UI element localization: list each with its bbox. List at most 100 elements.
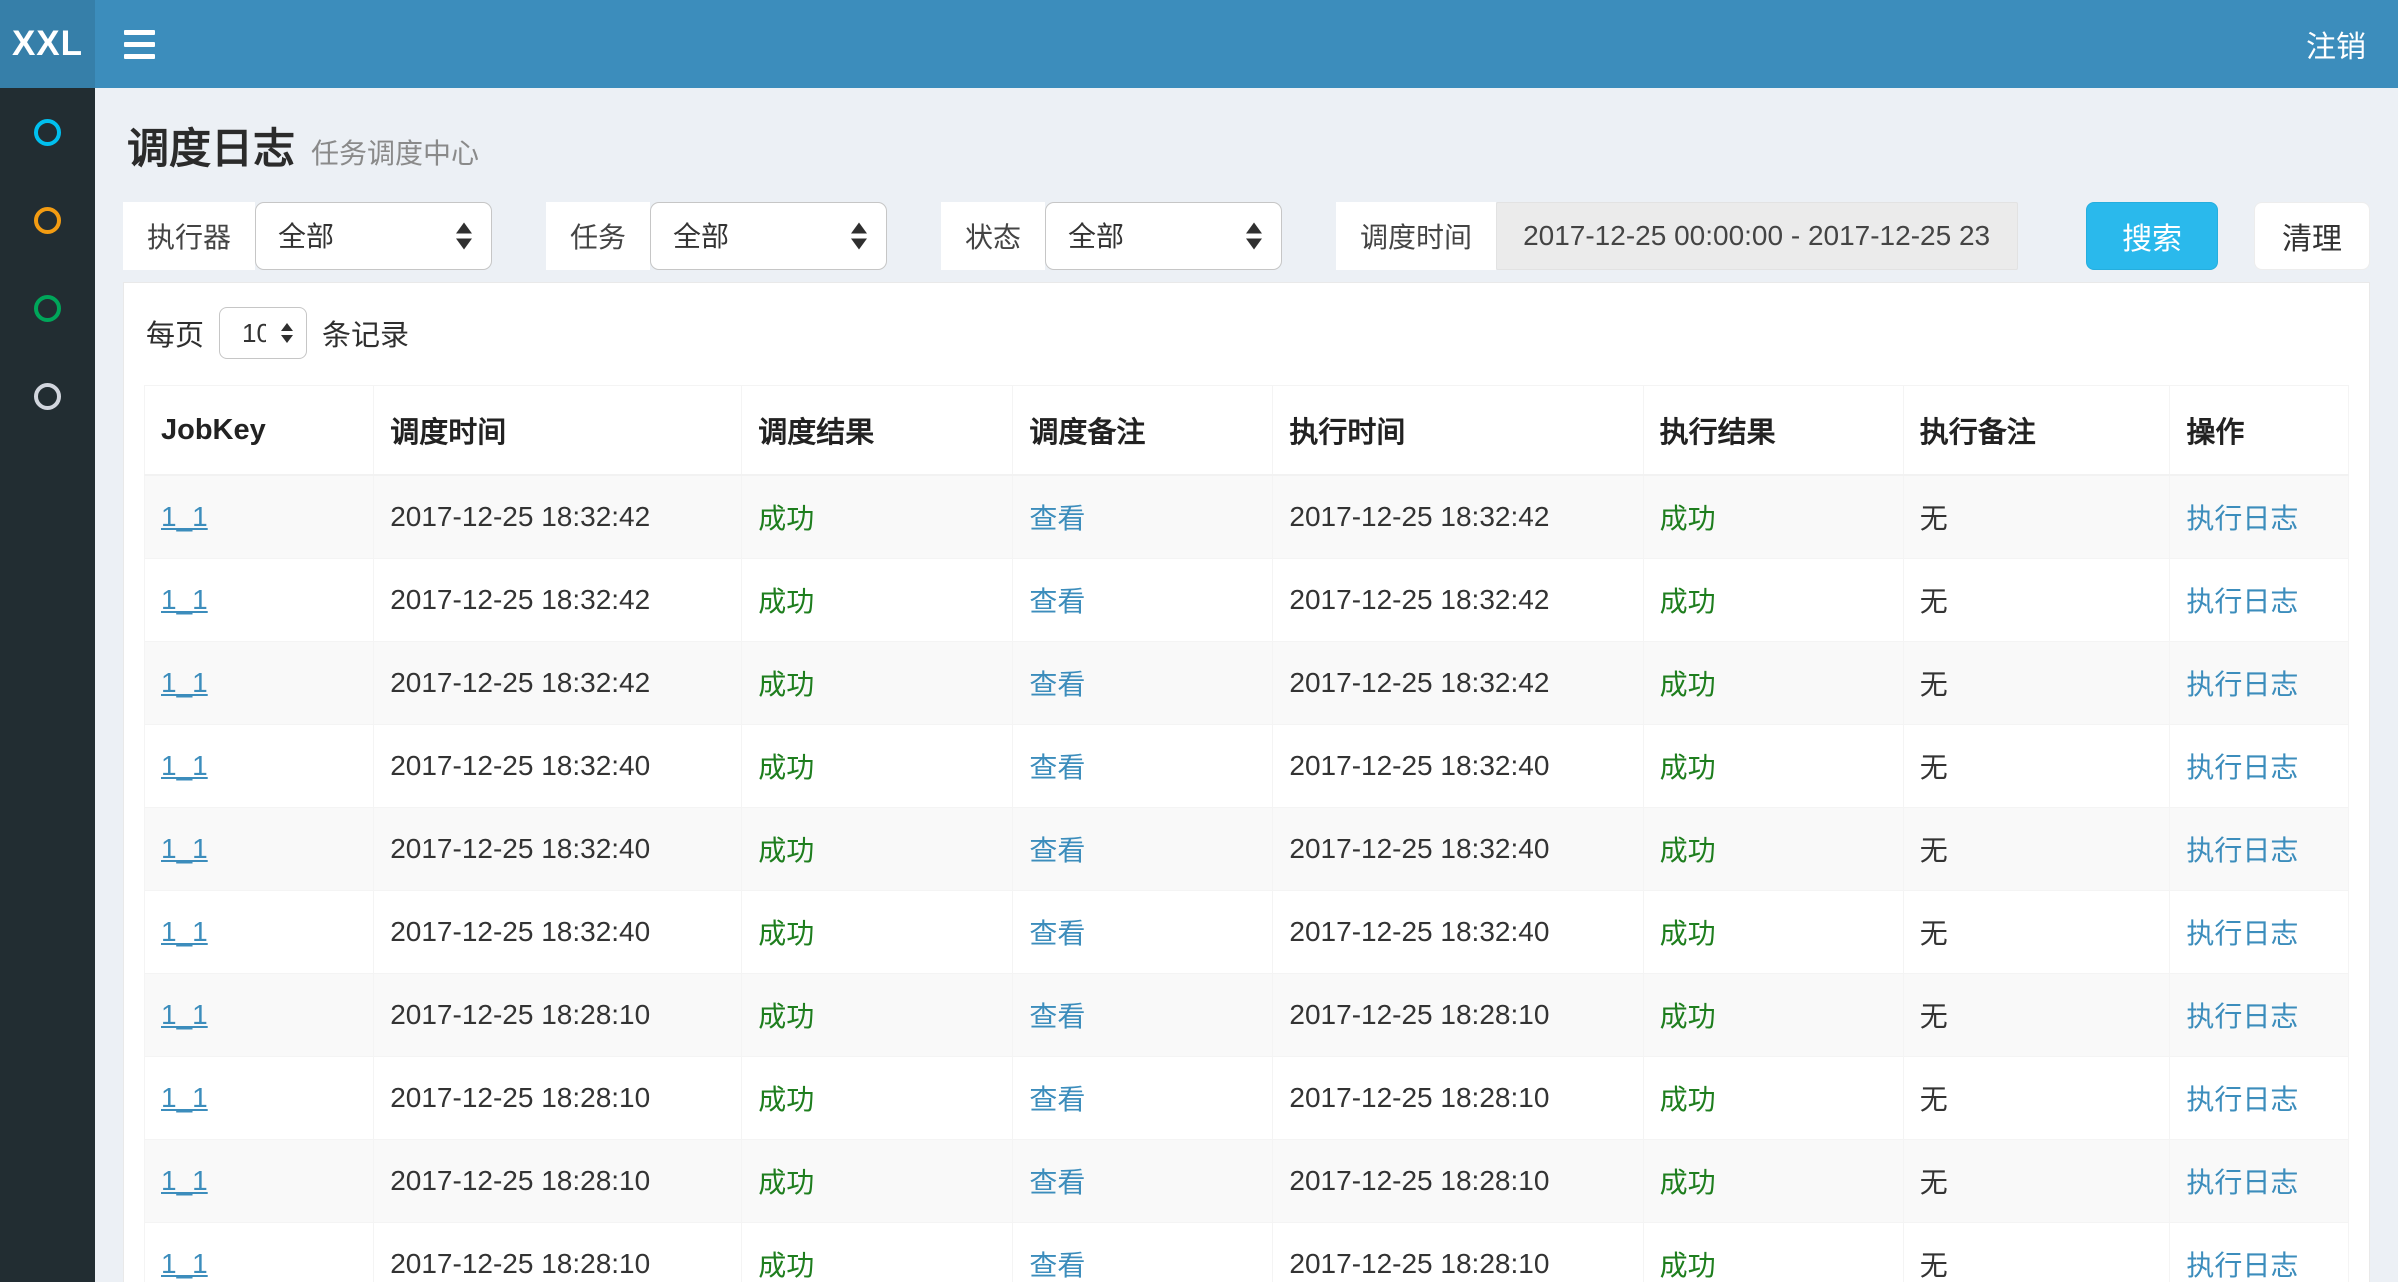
sidebar-item-4[interactable]	[0, 352, 95, 440]
job-key-link[interactable]: 1_1	[161, 1082, 208, 1113]
trigger-result-text: 成功	[758, 1250, 814, 1281]
handle-msg-text: 无	[1920, 586, 1948, 617]
job-key-link[interactable]: 1_1	[161, 750, 208, 781]
logout-link[interactable]: 注销	[2274, 0, 2398, 88]
top-navbar: XXL 注销	[0, 0, 2398, 88]
trigger-result-text: 成功	[758, 1084, 814, 1115]
execution-log-link[interactable]: 执行日志	[2186, 586, 2298, 617]
handle-time-text: 2017-12-25 18:32:40	[1289, 916, 1549, 947]
table-header-row: JobKey调度时间调度结果调度备注执行时间执行结果执行备注操作	[145, 386, 2349, 476]
handle-time-text: 2017-12-25 18:28:10	[1289, 1165, 1549, 1196]
handle-msg-text: 无	[1920, 1167, 1948, 1198]
trigger-msg-link[interactable]: 查看	[1029, 1250, 1085, 1281]
trigger-msg-link[interactable]: 查看	[1029, 1084, 1085, 1115]
handle-msg-text: 无	[1920, 669, 1948, 700]
handle-result-text: 成功	[1660, 586, 1716, 617]
trigger-time-range-input[interactable]	[1496, 202, 2018, 270]
content-area: 调度日志 任务调度中心 执行器 全部 任务 全部 状态	[95, 88, 2398, 1282]
trigger-time-text: 2017-12-25 18:32:42	[390, 667, 650, 698]
status-filter-select[interactable]: 全部	[1045, 202, 1282, 270]
handle-result-text: 成功	[1660, 503, 1716, 534]
trigger-msg-link[interactable]: 查看	[1029, 918, 1085, 949]
trigger-msg-link[interactable]: 查看	[1029, 586, 1085, 617]
job-key-link[interactable]: 1_1	[161, 501, 208, 532]
sidebar-item-3[interactable]	[0, 264, 95, 352]
circle-o-icon	[34, 119, 61, 146]
execution-log-link[interactable]: 执行日志	[2186, 752, 2298, 783]
execution-log-link[interactable]: 执行日志	[2186, 1167, 2298, 1198]
table-row: 1_1 2017-12-25 18:32:40 成功 查看 2017-12-25 18:…	[145, 891, 2349, 974]
trigger-msg-link[interactable]: 查看	[1029, 752, 1085, 783]
job-filter-label: 任务	[546, 202, 650, 270]
trigger-time-text: 2017-12-25 18:28:10	[390, 1165, 650, 1196]
status-filter-group: 状态 全部	[941, 202, 1282, 270]
execution-log-link[interactable]: 执行日志	[2186, 503, 2298, 534]
handle-time-text: 2017-12-25 18:28:10	[1289, 1082, 1549, 1113]
handle-result-text: 成功	[1660, 1250, 1716, 1281]
page-size-control: 每页 10 条记录	[146, 307, 2349, 359]
trigger-result-text: 成功	[758, 918, 814, 949]
handle-msg-text: 无	[1920, 1084, 1948, 1115]
column-header: 执行时间	[1273, 386, 1643, 476]
table-row: 1_12017-12-25 18:32:42成功查看2017-12-25 18:…	[145, 642, 2349, 725]
table-row: 1_12017-12-25 18:32:40成功查看2017-12-25 18:…	[145, 725, 2349, 808]
trigger-time-text: 2017-12-25 18:32:42	[390, 584, 650, 615]
trigger-result-text: 成功	[758, 586, 814, 617]
trigger-msg-link[interactable]: 查看	[1029, 669, 1085, 700]
table-row: 1_12017-12-25 18:32:42成功查看2017-12-25 18:…	[145, 475, 2349, 559]
handle-time-text: 2017-12-25 18:28:10	[1289, 999, 1549, 1030]
table-row: 1_12017-12-25 18:28:10成功查看2017-12-25 18:…	[145, 1057, 2349, 1140]
sidebar	[0, 88, 95, 1282]
job-key-link[interactable]: 1_1	[161, 916, 208, 947]
trigger-time-text: 2017-12-25 18:32:40	[390, 833, 650, 864]
filter-bar: 执行器 全部 任务 全部 状态 全部	[123, 202, 2370, 270]
sidebar-item-2[interactable]	[0, 176, 95, 264]
trigger-result-text: 成功	[758, 835, 814, 866]
trigger-msg-link[interactable]: 查看	[1029, 1167, 1085, 1198]
sidebar-toggle-button[interactable]	[95, 0, 183, 88]
page-size-select[interactable]: 10	[219, 307, 307, 359]
handle-msg-text: 无	[1920, 835, 1948, 866]
execution-log-link[interactable]: 执行日志	[2186, 1084, 2298, 1115]
table-row: 1_12017-12-25 18:32:42成功查看2017-12-25 18:…	[145, 559, 2349, 642]
executor-filter-select[interactable]: 全部	[255, 202, 492, 270]
job-key-link[interactable]: 1_1	[161, 584, 208, 615]
handle-result-text: 成功	[1660, 1001, 1716, 1032]
content-header: 调度日志 任务调度中心	[123, 115, 2370, 176]
trigger-msg-link[interactable]: 查看	[1029, 1001, 1085, 1032]
handle-time-text: 2017-12-25 18:32:42	[1289, 501, 1549, 532]
app-logo[interactable]: XXL	[0, 0, 95, 88]
table-row: 1_1 2017-12-25 18:28:10 成功 查看 2017-12-25 18:…	[145, 974, 2349, 1057]
executor-filter-label: 执行器	[123, 202, 255, 270]
trigger-time-text: 2017-12-25 18:28:10	[390, 1248, 650, 1279]
sidebar-item-1[interactable]	[0, 88, 95, 176]
job-key-link[interactable]: 1_1	[161, 667, 208, 698]
handle-result-text: 成功	[1660, 752, 1716, 783]
column-header: 调度结果	[742, 386, 1013, 476]
search-button[interactable]: 搜索	[2086, 202, 2218, 270]
trigger-time-text: 2017-12-25 18:32:40	[390, 916, 650, 947]
execution-log-link[interactable]: 执行日志	[2186, 669, 2298, 700]
execution-log-link[interactable]: 执行日志	[2186, 1250, 2298, 1281]
trigger-time-text: 2017-12-25 18:28:10	[390, 999, 650, 1030]
table-row: 1_12017-12-25 18:32:40成功查看2017-12-25 18:…	[145, 808, 2349, 891]
job-key-link[interactable]: 1_1	[161, 999, 208, 1030]
trigger-msg-link[interactable]: 查看	[1029, 503, 1085, 534]
execution-log-link[interactable]: 执行日志	[2186, 835, 2298, 866]
clear-button[interactable]: 清理	[2254, 202, 2370, 270]
handle-result-text: 成功	[1660, 1167, 1716, 1198]
trigger-result-text: 成功	[758, 503, 814, 534]
handle-result-text: 成功	[1660, 918, 1716, 949]
column-header: 调度时间	[374, 386, 742, 476]
execution-log-link[interactable]: 执行日志	[2186, 918, 2298, 949]
trigger-time-text: 2017-12-25 18:32:40	[390, 750, 650, 781]
handle-msg-text: 无	[1920, 752, 1948, 783]
job-key-link[interactable]: 1_1	[161, 1165, 208, 1196]
job-filter-select[interactable]: 全部	[650, 202, 887, 270]
execution-log-link[interactable]: 执行日志	[2186, 1001, 2298, 1032]
trigger-msg-link[interactable]: 查看	[1029, 835, 1085, 866]
column-header: JobKey	[145, 386, 374, 476]
job-key-link[interactable]: 1_1	[161, 833, 208, 864]
status-filter-label: 状态	[941, 202, 1045, 270]
job-key-link[interactable]: 1_1	[161, 1248, 208, 1279]
